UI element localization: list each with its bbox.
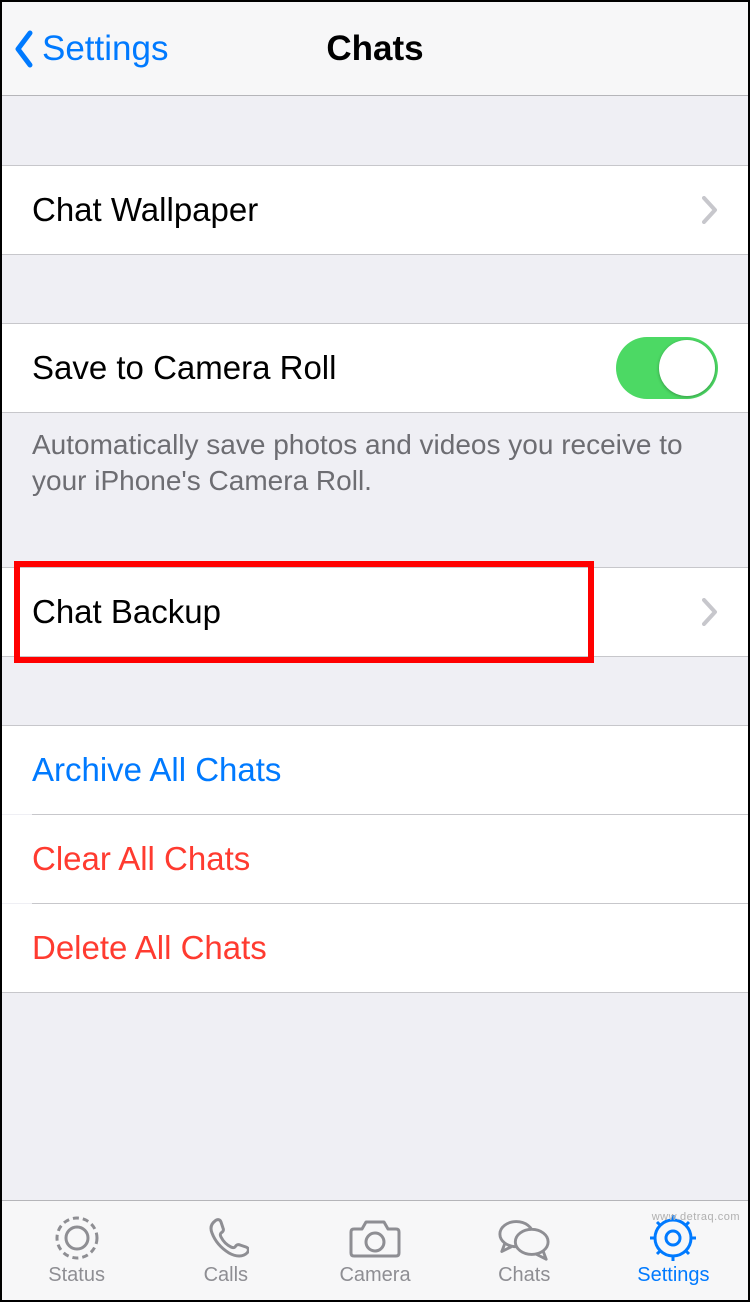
tab-label: Calls bbox=[204, 1264, 248, 1287]
row-label: Chat Backup bbox=[32, 593, 694, 631]
back-label: Settings bbox=[42, 29, 168, 69]
status-icon bbox=[50, 1214, 104, 1262]
section-gap bbox=[2, 656, 748, 726]
chevron-left-icon bbox=[12, 29, 36, 69]
section-gap bbox=[2, 254, 748, 324]
row-delete-all[interactable]: Delete All Chats bbox=[2, 904, 748, 992]
section-end bbox=[2, 992, 748, 993]
section-footer: Automatically save photos and videos you… bbox=[2, 412, 748, 524]
row-label: Clear All Chats bbox=[32, 840, 718, 878]
navbar: Settings Chats bbox=[2, 2, 748, 96]
row-label: Save to Camera Roll bbox=[32, 349, 616, 387]
phone-icon bbox=[199, 1214, 253, 1262]
row-label: Archive All Chats bbox=[32, 751, 718, 789]
back-button[interactable]: Settings bbox=[12, 2, 168, 95]
toggle-knob bbox=[659, 340, 715, 396]
section-gap bbox=[2, 524, 748, 568]
chevron-right-icon bbox=[702, 598, 718, 626]
row-label: Delete All Chats bbox=[32, 929, 718, 967]
camera-icon bbox=[348, 1214, 402, 1262]
row-archive-all[interactable]: Archive All Chats bbox=[2, 726, 748, 814]
tab-status[interactable]: Status bbox=[2, 1201, 151, 1300]
tab-camera[interactable]: Camera bbox=[300, 1201, 449, 1300]
chats-icon bbox=[497, 1214, 551, 1262]
chevron-right-icon bbox=[702, 196, 718, 224]
tab-label: Camera bbox=[339, 1264, 410, 1287]
row-clear-all[interactable]: Clear All Chats bbox=[2, 815, 748, 903]
app-frame: Settings Chats Chat Wallpaper Save to Ca… bbox=[0, 0, 750, 1302]
save-camera-roll-toggle[interactable] bbox=[616, 337, 718, 399]
row-chat-wallpaper[interactable]: Chat Wallpaper bbox=[2, 166, 748, 254]
content-area: Chat Wallpaper Save to Camera Roll Autom… bbox=[2, 96, 748, 1200]
tab-label: Chats bbox=[498, 1264, 550, 1287]
row-save-camera-roll: Save to Camera Roll bbox=[2, 324, 748, 412]
tab-label: Status bbox=[48, 1264, 105, 1287]
tab-label: Settings bbox=[637, 1264, 709, 1287]
tab-chats[interactable]: Chats bbox=[450, 1201, 599, 1300]
tab-calls[interactable]: Calls bbox=[151, 1201, 300, 1300]
row-label: Chat Wallpaper bbox=[32, 191, 694, 229]
section-gap bbox=[2, 96, 748, 166]
tab-settings[interactable]: Settings bbox=[599, 1201, 748, 1300]
tab-bar: Status Calls Camera bbox=[2, 1200, 748, 1300]
row-chat-backup[interactable]: Chat Backup bbox=[2, 568, 748, 656]
gear-icon bbox=[646, 1214, 700, 1262]
